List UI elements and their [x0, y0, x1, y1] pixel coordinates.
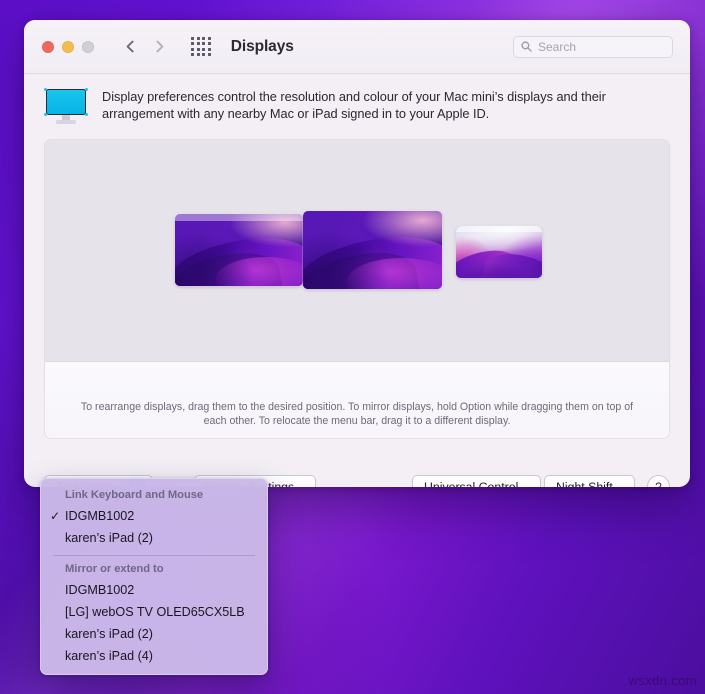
menu-section-link: Link Keyboard and Mouse ✓ IDGMB1002 kare…: [41, 484, 267, 549]
menu-bar-strip: [175, 214, 303, 221]
menu-section-header: Mirror or extend to: [65, 563, 164, 575]
display-wallpaper: [456, 226, 542, 278]
window-toolbar: Displays: [24, 20, 690, 74]
display-thumb-center[interactable]: [303, 211, 442, 289]
arrangement-hint-text: To rearrange displays, drag them to the …: [80, 401, 634, 427]
display-monitor-icon: [44, 88, 88, 125]
night-shift-button[interactable]: Night Shift...: [544, 475, 635, 487]
menu-separator: [53, 555, 255, 556]
universal-control-button[interactable]: Universal Control...: [412, 475, 541, 487]
show-all-grid-icon[interactable]: [191, 36, 211, 57]
search-icon: [521, 41, 532, 52]
menu-item-label: [LG] webOS TV OLED65CX5LB: [65, 605, 245, 619]
close-button[interactable]: [42, 40, 54, 53]
search-field[interactable]: [513, 35, 673, 58]
chevron-right-icon[interactable]: [153, 40, 166, 53]
menu-item[interactable]: karen’s iPad (2): [41, 623, 267, 645]
chevron-left-icon[interactable]: [124, 40, 137, 53]
display-wallpaper: [175, 214, 303, 286]
watermark: wsxdn.com: [628, 673, 697, 688]
zoom-button[interactable]: [82, 40, 94, 53]
menu-item-label: karen’s iPad (2): [65, 531, 153, 545]
menu-item[interactable]: karen’s iPad (4): [41, 645, 267, 667]
menu-item[interactable]: ✓ IDGMB1002: [41, 505, 267, 527]
minimize-button[interactable]: [62, 40, 74, 53]
search-input[interactable]: [538, 39, 665, 54]
displays-preferences-window: Displays Display preferences control the…: [24, 20, 690, 487]
menu-item-label: karen’s iPad (4): [65, 649, 153, 663]
menu-section-mirror: Mirror or extend to IDGMB1002 [LG] webOS…: [41, 558, 267, 667]
menu-item-label: IDGMB1002: [65, 509, 135, 523]
menu-item[interactable]: karen’s iPad (2): [41, 527, 267, 549]
menu-section-header: Link Keyboard and Mouse: [65, 489, 204, 501]
menu-item[interactable]: IDGMB1002: [41, 579, 267, 601]
page-title: Displays: [230, 37, 294, 55]
display-wallpaper: [303, 211, 442, 289]
menu-bar-strip: [456, 226, 542, 232]
description-row: Display preferences control the resoluti…: [24, 74, 690, 135]
menu-item-label: karen’s iPad (2): [65, 627, 153, 641]
help-button[interactable]: ?: [647, 475, 670, 487]
arrangement-canvas[interactable]: [45, 140, 669, 362]
traffic-light-group: [42, 40, 94, 53]
check-icon: ✓: [50, 509, 61, 523]
description-text: Display preferences control the resoluti…: [102, 89, 606, 121]
display-arrangement-panel[interactable]: To rearrange displays, drag them to the …: [44, 139, 670, 439]
menu-item-label: IDGMB1002: [65, 583, 135, 597]
add-display-dropdown-menu[interactable]: Link Keyboard and Mouse ✓ IDGMB1002 kare…: [40, 478, 268, 675]
display-thumb-right[interactable]: [456, 226, 542, 278]
menu-item[interactable]: [LG] webOS TV OLED65CX5LB: [41, 601, 267, 623]
navigation-buttons: [124, 40, 166, 53]
display-thumb-left[interactable]: [175, 214, 303, 286]
